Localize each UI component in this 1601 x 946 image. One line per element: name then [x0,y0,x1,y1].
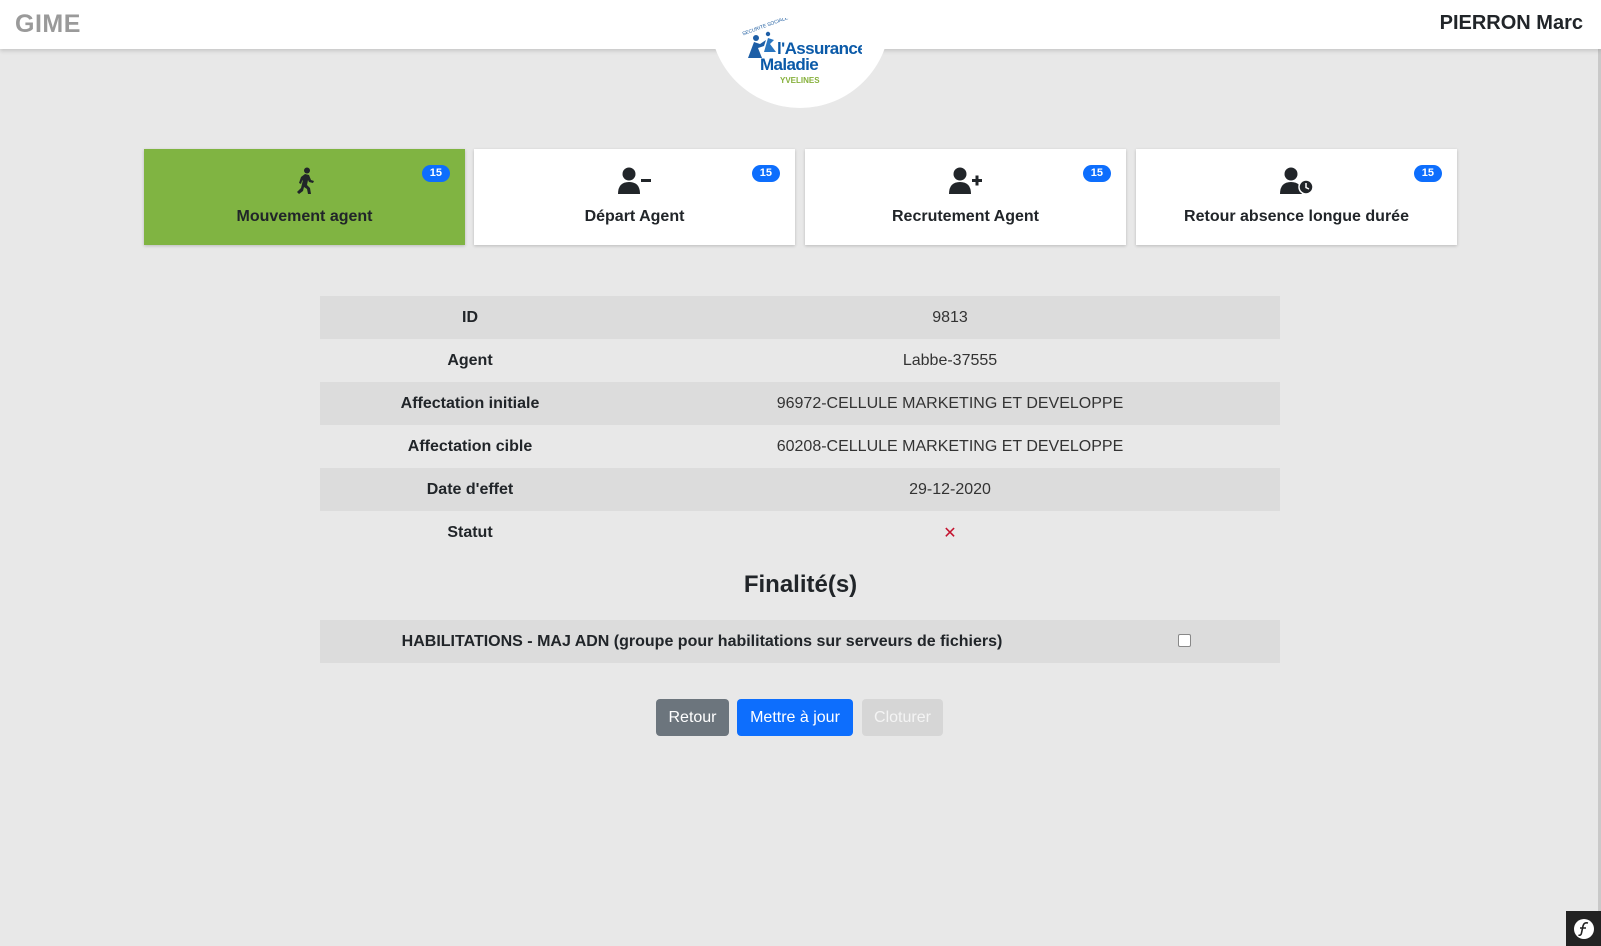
retour-button[interactable]: Retour [656,699,729,736]
detail-value: 96972-CELLULE MARKETING ET DEVELOPPE [776,394,1124,412]
detail-value: 29-12-2020 [909,480,991,498]
count-badge: 15 [751,165,780,182]
detail-value: 60208-CELLULE MARKETING ET DEVELOPPE [776,437,1124,455]
detail-value: 9813 [932,308,968,326]
symfony-toolbar-icon[interactable] [1566,911,1601,946]
count-badge: 15 [1413,165,1442,182]
detail-row-date-effet: Date d'effet 29-12-2020 [320,468,1280,511]
detail-row-statut: Statut ✕ [320,511,1280,554]
card-label: Retour absence longue durée [1184,208,1409,225]
finalite-label: HABILITATIONS - MAJ ADN (groupe pour hab… [401,632,1003,650]
card-recrutement-agent[interactable]: Recrutement Agent 15 [805,149,1126,245]
detail-row-id: ID 9813 [320,296,1280,339]
detail-key: Date d'effet [426,480,514,498]
detail-key: Statut [447,523,493,541]
user-plus-icon [805,167,1126,195]
finalite-row: HABILITATIONS - MAJ ADN (groupe pour hab… [320,620,1280,663]
walking-person-icon [144,167,465,195]
count-badge: 15 [1082,165,1111,182]
card-label: Mouvement agent [236,208,373,225]
status-cross-icon: ✕ [943,524,957,542]
detail-key: Agent [447,351,493,369]
detail-table: ID 9813 Agent Labbe-37555 Affectation in… [320,296,1280,554]
user-clock-icon [1136,167,1457,195]
logo-line3: YVELINES [780,76,820,85]
finalites-title: Finalité(s) [743,571,858,598]
process-cards: Mouvement agent 15 Départ Agent 15 Recru… [144,149,1457,245]
detail-key: Affectation cible [407,437,533,455]
card-label: Départ Agent [584,208,685,225]
status-cell: ✕ [620,523,1280,543]
assurance-maladie-logo[interactable]: SECURITE SOCIALE l'Assurance Maladie YVE… [738,18,862,98]
app-brand[interactable]: GIME [15,10,81,39]
logo-top-text: SECURITE SOCIALE [742,18,790,37]
card-mouvement-agent[interactable]: Mouvement agent 15 [144,149,465,245]
finalite-checkbox[interactable] [1178,634,1191,647]
user-name[interactable]: PIERRON Marc [1440,12,1583,35]
cloturer-button: Cloturer [862,699,943,736]
user-minus-icon [474,167,795,195]
card-label: Recrutement Agent [892,208,1039,225]
card-depart-agent[interactable]: Départ Agent 15 [474,149,795,245]
detail-row-agent: Agent Labbe-37555 [320,339,1280,382]
detail-key: Affectation initiale [400,394,540,412]
logo-badge: SECURITE SOCIALE l'Assurance Maladie YVE… [710,0,890,108]
count-badge: 15 [421,165,450,182]
detail-key: ID [462,308,478,326]
mettre-a-jour-button[interactable]: Mettre à jour [737,699,853,736]
logo-line2: Maladie [760,55,818,74]
detail-row-affectation-initiale: Affectation initiale 96972-CELLULE MARKE… [320,382,1280,425]
card-retour-absence[interactable]: Retour absence longue durée 15 [1136,149,1457,245]
detail-row-affectation-cible: Affectation cible 60208-CELLULE MARKETIN… [320,425,1280,468]
detail-value: Labbe-37555 [902,351,998,369]
